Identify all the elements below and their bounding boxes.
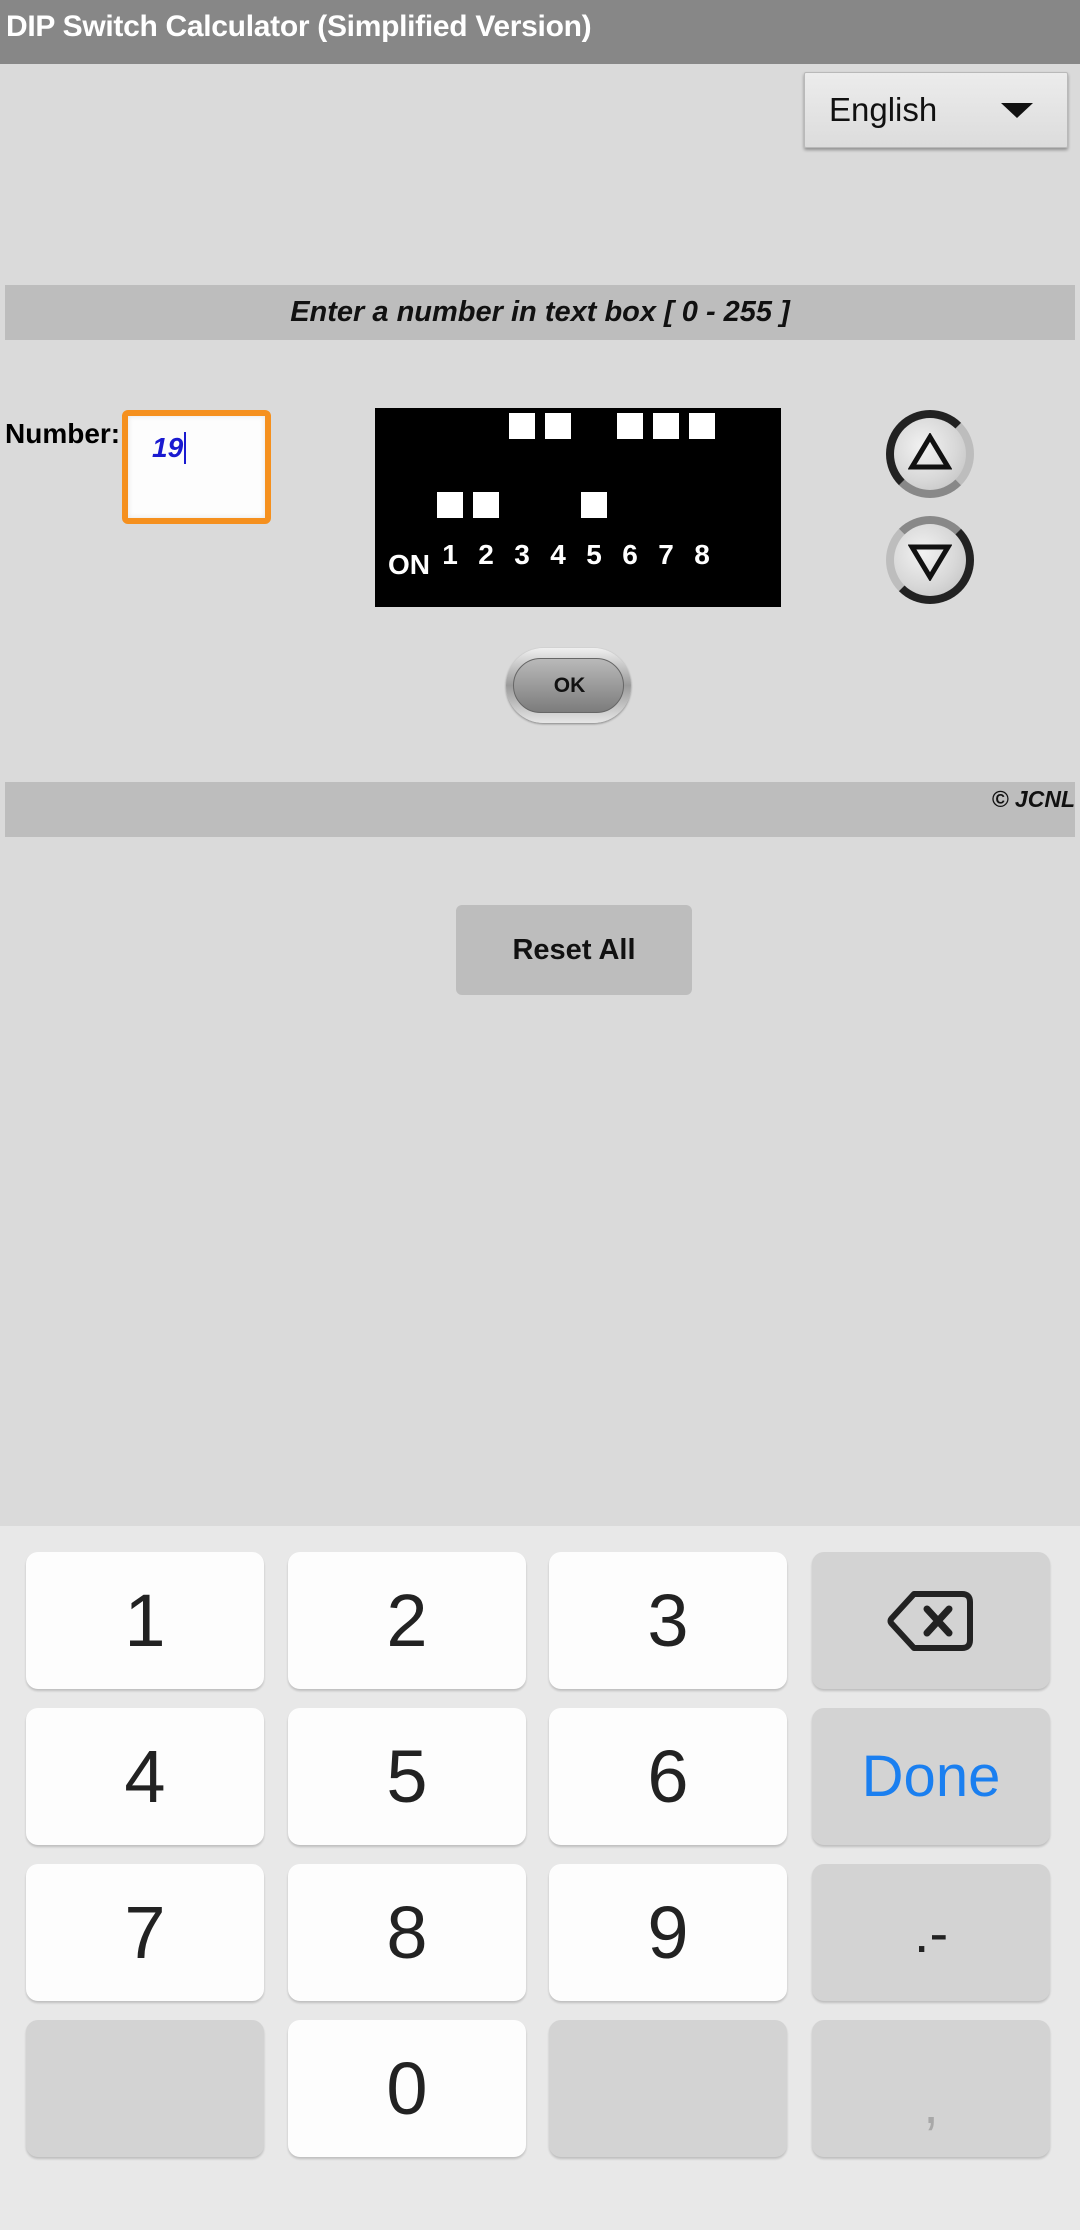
dot-dash-key-label: .- [913, 1901, 949, 1964]
key-4-label: 4 [124, 1735, 166, 1818]
comma-key[interactable]: , [812, 2020, 1050, 2157]
backspace-icon [887, 1590, 973, 1651]
dip-switch-panel: ON 12345678 [375, 408, 781, 607]
dip-switch-5[interactable] [581, 492, 607, 518]
dip-switch-3[interactable] [509, 413, 535, 439]
on-label: ON [388, 549, 430, 580]
key-0-label: 0 [386, 2047, 428, 2130]
language-select-value: English [829, 91, 938, 128]
number-input[interactable]: 19 [122, 410, 271, 524]
app-title: DIP Switch Calculator (Simplified Versio… [6, 10, 592, 43]
key-1-label: 1 [124, 1579, 166, 1662]
ok-button[interactable]: OK [506, 648, 631, 723]
ok-button-face: OK [513, 658, 624, 713]
text-caret [184, 432, 186, 464]
copyright-text: © JCNL [991, 786, 1075, 812]
dip-switch-number: 6 [622, 539, 638, 570]
footer-banner: © JCNL [5, 782, 1075, 837]
dip-switch-number: 5 [586, 539, 602, 570]
key-6-label: 6 [647, 1735, 689, 1818]
key-9[interactable]: 9 [549, 1864, 787, 2001]
key-9-label: 9 [647, 1891, 689, 1974]
dip-switch-1[interactable] [437, 492, 463, 518]
key-blank[interactable] [549, 2020, 787, 2157]
ok-button-label: OK [553, 674, 586, 697]
dip-switch-8[interactable] [689, 413, 715, 439]
number-input-value: 19 [152, 432, 184, 463]
key-2[interactable]: 2 [288, 1552, 526, 1689]
done-key[interactable]: Done [812, 1708, 1050, 1845]
decrement-button[interactable] [886, 516, 974, 604]
key-3-label: 3 [647, 1579, 689, 1662]
done-key-label: Done [861, 1744, 1001, 1809]
dip-switch-4[interactable] [545, 413, 571, 439]
numeric-keyboard: 1 2 3 4 5 6 Done 7 8 9 .- 0, [0, 1526, 1080, 2230]
number-label: Number: [5, 418, 121, 449]
dip-switch-number: 3 [514, 539, 530, 570]
dip-switch-number: 1 [442, 539, 458, 570]
dip-switch-2[interactable] [473, 492, 499, 518]
dip-switch-6[interactable] [617, 413, 643, 439]
key-4[interactable]: 4 [26, 1708, 264, 1845]
dip-switch-7[interactable] [653, 413, 679, 439]
dot-dash-key[interactable]: .- [812, 1864, 1050, 2001]
triangle-up-icon [908, 433, 952, 470]
key-5[interactable]: 5 [288, 1708, 526, 1845]
key-8-label: 8 [386, 1891, 428, 1974]
instruction-text: Enter a number in text box [ 0 - 255 ] [290, 296, 790, 328]
reset-all-button[interactable]: Reset All [456, 905, 692, 995]
key-6[interactable]: 6 [549, 1708, 787, 1845]
key-7[interactable]: 7 [26, 1864, 264, 2001]
key-2-label: 2 [386, 1579, 428, 1662]
language-select[interactable]: English [804, 72, 1068, 148]
dip-switch-number: 8 [694, 539, 710, 570]
key-3[interactable]: 3 [549, 1552, 787, 1689]
key-8[interactable]: 8 [288, 1864, 526, 2001]
key-7-label: 7 [124, 1891, 166, 1974]
backspace-key[interactable] [812, 1552, 1050, 1689]
dip-switch-number: 7 [658, 539, 674, 570]
increment-button[interactable] [886, 410, 974, 498]
dip-switch-number: 2 [478, 539, 494, 570]
dip-switch-number: 4 [550, 539, 566, 570]
dropdown-arrow-icon [1001, 103, 1033, 118]
instruction-banner: Enter a number in text box [ 0 - 255 ] [5, 285, 1075, 340]
reset-all-label: Reset All [512, 934, 636, 966]
key-1[interactable]: 1 [26, 1552, 264, 1689]
key-0[interactable]: 0 [288, 2020, 526, 2157]
key-5-label: 5 [386, 1735, 428, 1818]
triangle-down-icon [908, 544, 952, 581]
key-blank[interactable] [26, 2020, 264, 2157]
comma-key-label: , [923, 2072, 939, 2135]
title-bar: DIP Switch Calculator (Simplified Versio… [0, 0, 1080, 64]
